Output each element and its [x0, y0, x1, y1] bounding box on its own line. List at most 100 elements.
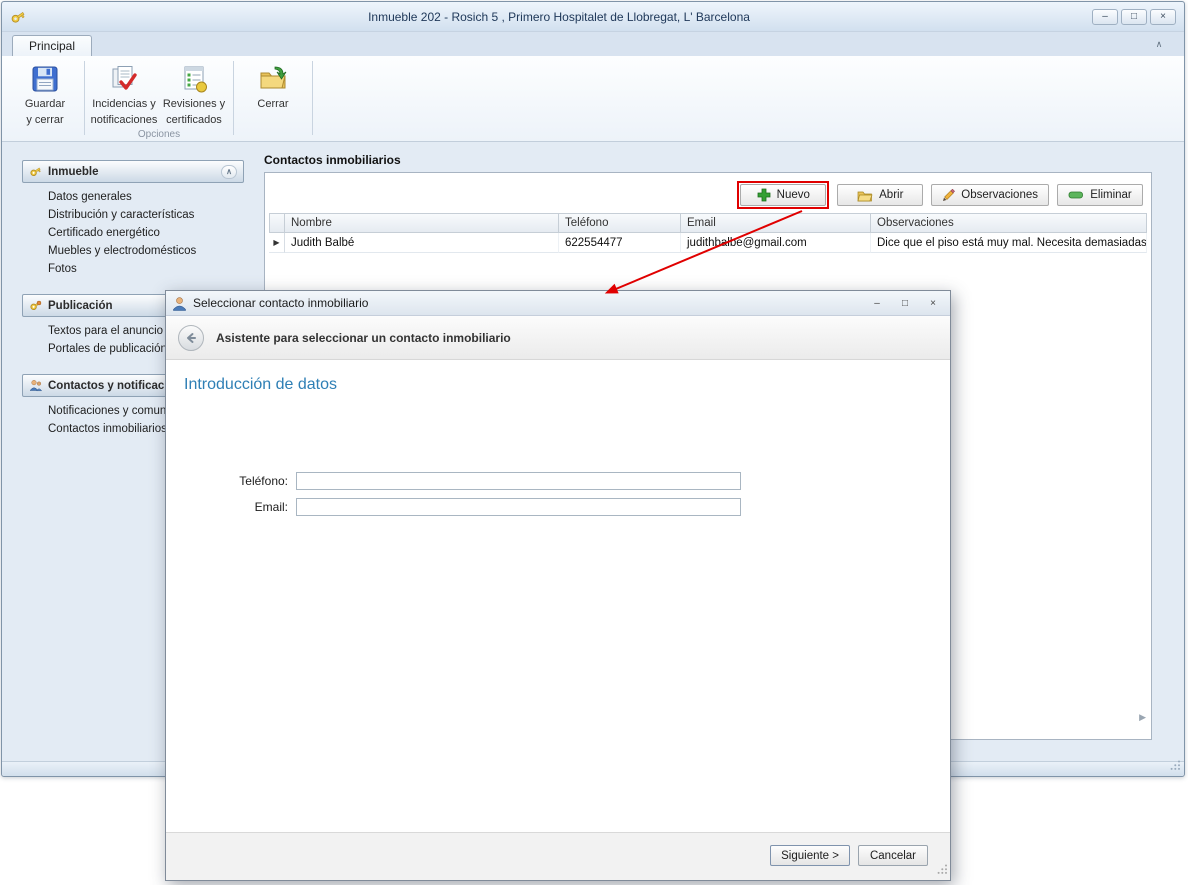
email-input[interactable] [296, 498, 741, 516]
save-close-label-1: Guardar [25, 98, 65, 111]
close-window-button[interactable]: Cerrar [238, 59, 308, 116]
tab-principal[interactable]: Principal [12, 35, 92, 56]
key-icon [29, 165, 42, 178]
observations-button-label: Observaciones [961, 189, 1038, 201]
resize-grip-icon[interactable] [1169, 759, 1181, 774]
sidebar-item-fotos[interactable]: Fotos [48, 263, 244, 276]
incidents-label-2: notificaciones [91, 114, 158, 127]
sidebar-items-inmueble: Datos generales Distribución y caracterí… [22, 183, 244, 290]
cell-nombre: Judith Balbé [285, 233, 559, 253]
cell-email: judithbalbe@gmail.com [681, 233, 871, 253]
wizard-header-text: Asistente para seleccionar un contacto i… [216, 331, 511, 345]
revisions-label-1: Revisiones y [163, 98, 225, 111]
next-button[interactable]: Siguiente > [770, 845, 850, 866]
maximize-button[interactable]: □ [1121, 9, 1147, 25]
cell-observaciones: Dice que el piso está muy mal. Necesita … [871, 233, 1147, 253]
table-row[interactable]: ▶ Judith Balbé 622554477 judithbalbe@gma… [269, 233, 1147, 253]
incidents-label-1: Incidencias y [92, 98, 156, 111]
ribbon-separator [233, 61, 234, 135]
ribbon-group-label-empty [238, 125, 308, 139]
ribbon-group-label-opciones: Opciones [89, 128, 229, 142]
dialog-title: Seleccionar contacto inmobiliario [193, 296, 860, 310]
plus-icon [757, 188, 771, 202]
dialog-resize-grip-icon[interactable] [936, 863, 948, 878]
sidebar-item-muebles[interactable]: Muebles y electrodomésticos [48, 245, 244, 258]
table-header-indicator [269, 213, 285, 233]
pencil-icon [942, 189, 955, 202]
annotation-highlight-nuevo: Nuevo [737, 181, 829, 209]
window-controls: – □ × [1092, 9, 1176, 25]
sidebar-section-inmueble[interactable]: Inmueble ∧ [22, 160, 244, 183]
minus-icon [1068, 190, 1084, 200]
revisions-icon [178, 63, 210, 95]
table-header-email[interactable]: Email [681, 213, 871, 233]
dialog-minimize-button[interactable]: – [866, 296, 888, 311]
back-arrow-icon [185, 332, 197, 344]
table-header-telefono[interactable]: Teléfono [559, 213, 681, 233]
contacts-toolbar: Nuevo Abrir Observaciones [737, 181, 1143, 209]
sidebar-item-distribucion[interactable]: Distribución y características [48, 209, 244, 222]
new-button-label: Nuevo [777, 189, 810, 201]
ribbon-group-save: Guardar y cerrar [10, 59, 80, 139]
sidebar-item-certificado[interactable]: Certificado energético [48, 227, 244, 240]
scroll-right-icon[interactable]: ▶ [1139, 712, 1146, 723]
keys-icon [29, 299, 42, 312]
cancel-button[interactable]: Cancelar [858, 845, 928, 866]
window-title: Inmueble 202 - Rosich 5 , Primero Hospit… [32, 10, 1086, 24]
row-indicator-icon: ▶ [269, 233, 285, 253]
chevron-up-icon[interactable]: ∧ [221, 165, 237, 179]
open-button-label: Abrir [879, 189, 903, 201]
form-row-telefono: Teléfono: [166, 472, 741, 490]
ribbon-group-close: Cerrar [238, 59, 308, 139]
ribbon: Guardar y cerrar Incidencias y [2, 56, 1184, 142]
table-header-observaciones[interactable]: Observaciones [871, 213, 1147, 233]
ribbon-tabrow: Principal ∧ [2, 32, 1184, 56]
wizard-header: Asistente para seleccionar un contacto i… [166, 316, 950, 360]
ribbon-separator [312, 61, 313, 135]
contacts-icon [29, 379, 42, 392]
observations-button[interactable]: Observaciones [931, 184, 1049, 206]
key-icon [10, 9, 26, 25]
dialog-titlebar: Seleccionar contacto inmobiliario – □ × [166, 291, 950, 316]
screenshot-stage: Inmueble 202 - Rosich 5 , Primero Hospit… [0, 0, 1188, 885]
incidents-notifications-button[interactable]: Incidencias y notificaciones [89, 59, 159, 128]
table-header-row: Nombre Teléfono Email Observaciones [269, 213, 1147, 233]
dialog-close-button[interactable]: × [922, 296, 944, 311]
ribbon-separator [84, 61, 85, 135]
table-header-nombre[interactable]: Nombre [285, 213, 559, 233]
email-label: Email: [166, 500, 296, 514]
open-folder-icon [857, 189, 873, 202]
contact-person-icon [172, 296, 187, 311]
telefono-input[interactable] [296, 472, 741, 490]
revisions-label-2: certificados [166, 114, 222, 127]
cell-telefono: 622554477 [559, 233, 681, 253]
incidents-icon [108, 63, 140, 95]
minimize-button[interactable]: – [1092, 9, 1118, 25]
sidebar-item-datos-generales[interactable]: Datos generales [48, 191, 244, 204]
close-folder-icon [257, 63, 289, 95]
form-row-email: Email: [166, 498, 741, 516]
sidebar-section-title: Inmueble [48, 166, 215, 178]
wizard-dialog: Seleccionar contacto inmobiliario – □ × … [165, 290, 951, 881]
revisions-certificates-button[interactable]: Revisiones y certificados [159, 59, 229, 128]
contacts-table: Nombre Teléfono Email Observaciones ▶ Ju… [269, 213, 1147, 253]
page-title: Contactos inmobiliarios [264, 153, 401, 167]
dialog-maximize-button[interactable]: □ [894, 296, 916, 311]
titlebar: Inmueble 202 - Rosich 5 , Primero Hospit… [2, 2, 1184, 32]
save-close-label-2: y cerrar [26, 114, 63, 127]
close-button[interactable]: × [1150, 9, 1176, 25]
ribbon-collapse-button[interactable]: ∧ [1148, 37, 1170, 52]
back-button[interactable] [178, 325, 204, 351]
new-contact-button[interactable]: Nuevo [740, 184, 826, 206]
save-icon [29, 63, 61, 95]
telefono-label: Teléfono: [166, 474, 296, 488]
delete-contact-button[interactable]: Eliminar [1057, 184, 1143, 206]
ribbon-group-label-empty [10, 128, 80, 139]
save-close-button[interactable]: Guardar y cerrar [10, 59, 80, 128]
wizard-step-heading: Introducción de datos [184, 376, 337, 394]
open-contact-button[interactable]: Abrir [837, 184, 923, 206]
delete-button-label: Eliminar [1090, 189, 1132, 201]
ribbon-group-opciones: Incidencias y notificaciones Revisiones … [89, 59, 229, 139]
wizard-body: Introducción de datos Teléfono: Email: [166, 360, 950, 832]
close-label-1: Cerrar [257, 98, 288, 111]
